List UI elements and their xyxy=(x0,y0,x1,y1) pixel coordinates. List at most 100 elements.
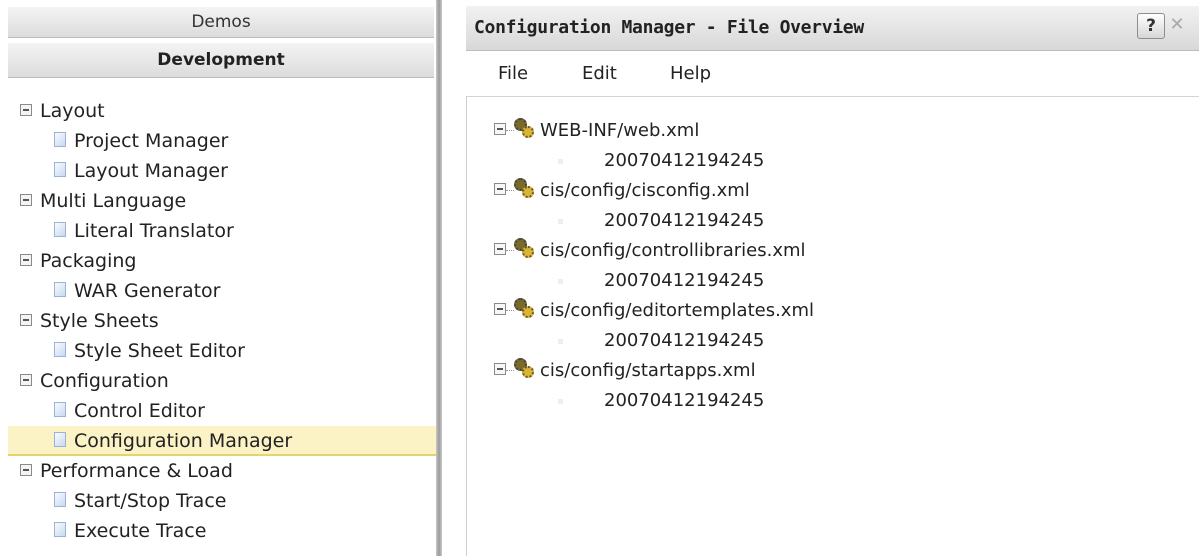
file-node[interactable]: cis/config/controllibraries.xml xyxy=(494,236,814,266)
content-border xyxy=(466,96,467,556)
tree-connector xyxy=(506,370,514,372)
document-icon xyxy=(54,492,66,507)
leaf-icon xyxy=(558,399,563,404)
file-timestamp: 20070412194245 xyxy=(604,210,765,231)
collapse-icon[interactable] xyxy=(20,313,32,326)
tree-folder-layout[interactable]: Layout xyxy=(8,96,436,126)
tree-item-configuration-manager[interactable]: Configuration Manager xyxy=(8,426,436,456)
menu-help[interactable]: Help xyxy=(670,54,711,94)
file-timestamp-row[interactable]: 20070412194245 xyxy=(494,146,814,176)
collapse-icon[interactable] xyxy=(20,103,32,116)
tree-folder-label: Configuration xyxy=(40,370,169,392)
tree-item-label: Control Editor xyxy=(74,400,205,422)
file-tree: WEB-INF/web.xml 20070412194245 cis/confi… xyxy=(494,116,814,416)
file-node[interactable]: WEB-INF/web.xml xyxy=(494,116,814,146)
help-button[interactable]: ? xyxy=(1137,13,1165,39)
tree-item-control-editor[interactable]: Control Editor xyxy=(8,396,436,426)
file-timestamp-row[interactable]: 20070412194245 xyxy=(494,266,814,296)
file-name: cis/config/editortemplates.xml xyxy=(540,300,814,321)
tree-item-war-generator[interactable]: WAR Generator xyxy=(8,276,436,306)
tree-folder-label: Style Sheets xyxy=(40,310,159,332)
tree-folder-label: Layout xyxy=(40,100,105,122)
navigation-panel: Demos Development Layout Project Manager… xyxy=(0,0,436,556)
tree-item-label: Execute Trace xyxy=(74,520,207,542)
window-titlebar: Configuration Manager - File Overview ? … xyxy=(466,6,1199,51)
tree-item-label: Layout Manager xyxy=(74,160,228,182)
tree-item-literal-translator[interactable]: Literal Translator xyxy=(8,216,436,246)
document-icon xyxy=(54,282,66,297)
file-timestamp-row[interactable]: 20070412194245 xyxy=(494,386,814,416)
tree-item-label: WAR Generator xyxy=(74,280,221,302)
collapse-icon[interactable] xyxy=(494,363,506,375)
tree-folder-performance-load[interactable]: Performance & Load xyxy=(8,456,436,486)
tree-connector xyxy=(506,250,514,252)
tree-folder-label: Performance & Load xyxy=(40,460,233,482)
tree-folder-packaging[interactable]: Packaging xyxy=(8,246,436,276)
tree-folder-configuration[interactable]: Configuration xyxy=(8,366,436,396)
leaf-icon xyxy=(558,279,563,284)
gears-icon xyxy=(514,238,534,258)
tree-item-style-sheet-editor[interactable]: Style Sheet Editor xyxy=(8,336,436,366)
window-title: Configuration Manager - File Overview xyxy=(474,17,864,38)
file-node[interactable]: cis/config/cisconfig.xml xyxy=(494,176,814,206)
tree-item-label: Style Sheet Editor xyxy=(74,340,245,362)
tree-connector xyxy=(506,190,514,192)
document-icon xyxy=(54,522,66,537)
gears-icon xyxy=(514,298,534,318)
file-name: cis/config/startapps.xml xyxy=(540,360,756,381)
leaf-icon xyxy=(558,339,563,344)
file-timestamp: 20070412194245 xyxy=(604,330,765,351)
file-timestamp-row[interactable]: 20070412194245 xyxy=(494,326,814,356)
file-timestamp: 20070412194245 xyxy=(604,270,765,291)
tree-item-start-stop-trace[interactable]: Start/Stop Trace xyxy=(8,486,436,516)
accordion-development[interactable]: Development xyxy=(8,42,434,78)
file-timestamp-row[interactable]: 20070412194245 xyxy=(494,206,814,236)
tree-item-label: Configuration Manager xyxy=(74,430,293,452)
configuration-manager-window: Configuration Manager - File Overview ? … xyxy=(454,0,1199,556)
tree-folder-style-sheets[interactable]: Style Sheets xyxy=(8,306,436,336)
menu-edit[interactable]: Edit xyxy=(582,54,617,94)
tree-connector xyxy=(506,310,514,312)
splitter-gap xyxy=(442,0,454,556)
tree-connector xyxy=(506,130,514,132)
file-timestamp: 20070412194245 xyxy=(604,150,765,171)
document-icon xyxy=(54,402,66,417)
file-name: cis/config/cisconfig.xml xyxy=(540,180,750,201)
menu-bar: File Edit Help xyxy=(466,54,1199,96)
collapse-icon[interactable] xyxy=(494,303,506,315)
tree-folder-multi-language[interactable]: Multi Language xyxy=(8,186,436,216)
close-icon[interactable]: ✕ xyxy=(1168,15,1186,35)
document-icon xyxy=(54,432,66,447)
tree-item-label: Project Manager xyxy=(74,130,229,152)
tree-item-project-manager[interactable]: Project Manager xyxy=(8,126,436,156)
file-timestamp: 20070412194245 xyxy=(604,390,765,411)
file-node[interactable]: cis/config/editortemplates.xml xyxy=(494,296,814,326)
collapse-icon[interactable] xyxy=(494,183,506,195)
menu-file[interactable]: File xyxy=(498,54,528,94)
collapse-icon[interactable] xyxy=(20,463,32,476)
collapse-icon[interactable] xyxy=(494,123,506,135)
tree-item-label: Literal Translator xyxy=(74,220,234,242)
file-name: WEB-INF/web.xml xyxy=(540,120,700,141)
document-icon xyxy=(54,132,66,147)
gears-icon xyxy=(514,358,534,378)
navigation-tree: Layout Project Manager Layout Manager Mu… xyxy=(8,96,436,546)
collapse-icon[interactable] xyxy=(20,193,32,206)
menu-divider xyxy=(466,96,1199,97)
collapse-icon[interactable] xyxy=(494,243,506,255)
leaf-icon xyxy=(558,159,563,164)
file-name: cis/config/controllibraries.xml xyxy=(540,240,806,261)
tree-item-label: Start/Stop Trace xyxy=(74,490,227,512)
accordion-demos[interactable]: Demos xyxy=(8,6,434,38)
tree-item-layout-manager[interactable]: Layout Manager xyxy=(8,156,436,186)
tree-folder-label: Packaging xyxy=(40,250,137,272)
leaf-icon xyxy=(558,219,563,224)
collapse-icon[interactable] xyxy=(20,373,32,386)
gears-icon xyxy=(514,118,534,138)
document-icon xyxy=(54,162,66,177)
file-node[interactable]: cis/config/startapps.xml xyxy=(494,356,814,386)
document-icon xyxy=(54,222,66,237)
tree-item-execute-trace[interactable]: Execute Trace xyxy=(8,516,436,546)
gears-icon xyxy=(514,178,534,198)
collapse-icon[interactable] xyxy=(20,253,32,266)
